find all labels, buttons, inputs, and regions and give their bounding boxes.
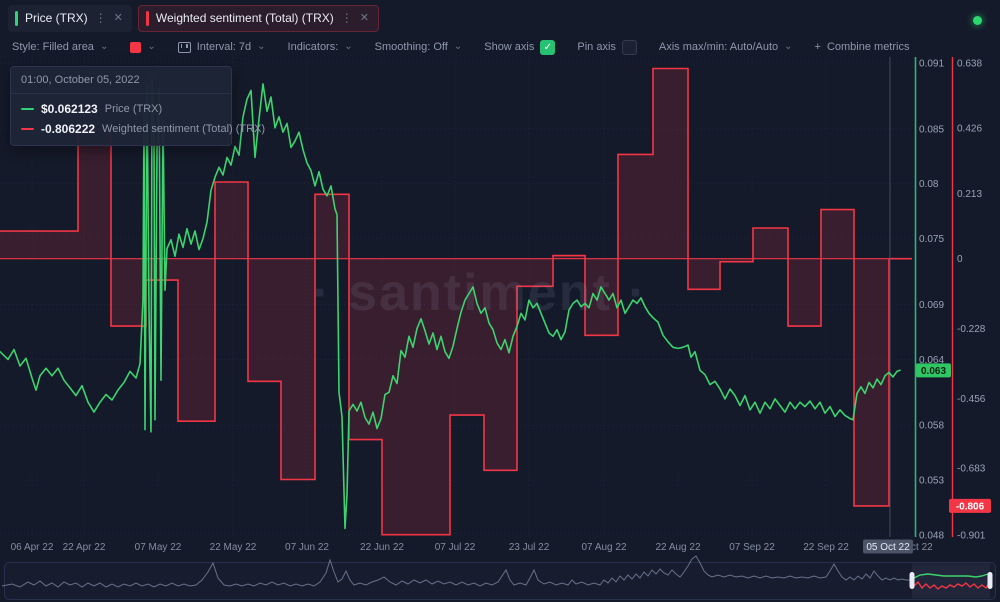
calendar-icon — [178, 42, 191, 53]
indicators-dropdown-label: Indicators: — [288, 41, 339, 53]
chevron-down-icon: ⌄ — [344, 41, 352, 52]
price-badge-value: 0.063 — [921, 366, 946, 377]
tooltip-sentiment-value: -0.806222 — [41, 122, 95, 136]
price-tick-label: 0.075 — [919, 234, 944, 245]
tab-price[interactable]: Price (TRX) ⋮ ✕ — [8, 5, 132, 32]
sentiment-accent-bar — [146, 11, 149, 26]
sentiment-tick-label: 0.426 — [957, 124, 982, 135]
tooltip-price-value: $0.062123 — [41, 102, 98, 116]
x-tick-label: 22 Apr 22 — [63, 542, 106, 553]
sentiment-badge-value: -0.806 — [956, 501, 985, 512]
close-icon[interactable]: ✕ — [360, 13, 369, 24]
x-tick-label: 07 Jun 22 — [285, 542, 329, 553]
pin-axis-checkbox[interactable] — [622, 40, 637, 55]
price-tick-label: 0.058 — [919, 421, 944, 432]
minimap-frame — [5, 563, 996, 600]
sentiment-current-badge: -0.806 — [949, 499, 991, 513]
x-tick-label: 22 May 22 — [210, 542, 257, 553]
minimap-selection-region[interactable] — [912, 564, 990, 599]
date-badge-value: 05 Oct 22 — [866, 542, 910, 553]
price-accent-bar — [15, 11, 18, 26]
kebab-menu-icon[interactable]: ⋮ — [341, 12, 353, 24]
x-tick-label: 07 Jul 22 — [435, 542, 476, 553]
x-tick-label: 22 Sep 22 — [803, 542, 849, 553]
watermark-text: · santiment · — [312, 264, 647, 322]
x-tick-label: 07 Aug 22 — [581, 542, 626, 553]
sentiment-tick-label: 0.213 — [957, 189, 982, 200]
smoothing-dropdown-label: Smoothing: Off — [375, 41, 448, 53]
tab-price-label: Price (TRX) — [25, 11, 88, 25]
pin-axis-label: Pin axis — [577, 41, 616, 53]
chevron-down-icon: ⌄ — [147, 41, 155, 52]
tab-sentiment-label: Weighted sentiment (Total) (TRX) — [156, 11, 334, 25]
chevron-down-icon: ⌄ — [784, 41, 792, 52]
tab-weighted-sentiment[interactable]: Weighted sentiment (Total) (TRX) ⋮ ✕ — [138, 5, 379, 32]
show-axis-label: Show axis — [484, 41, 534, 53]
x-tick-label: 22 Jun 22 — [360, 542, 404, 553]
tooltip-sentiment-label: Weighted sentiment (Total) (TRX) — [102, 123, 265, 135]
price-tick-label: 0.085 — [919, 124, 944, 135]
style-dropdown[interactable]: Style: Filled area ⌄ — [12, 41, 108, 53]
x-axis-labels: 06 Apr 22 22 Apr 22 07 May 22 22 May 22 07 J… — [11, 542, 934, 553]
x-tick-label: 07 May 22 — [135, 542, 182, 553]
chevron-down-icon: ⌄ — [100, 41, 108, 52]
combine-metrics-button[interactable]: + Combine metrics — [815, 41, 910, 53]
chart-toolbar: Style: Filled area ⌄ ⌄ Interval: 7d ⌄ In… — [0, 36, 1000, 58]
price-tick-label: 0.08 — [919, 179, 939, 190]
range-handle-left[interactable] — [910, 572, 915, 589]
tooltip-row-sentiment: -0.806222 Weighted sentiment (Total) (TR… — [21, 122, 221, 136]
sentiment-tick-label: -0.228 — [957, 324, 986, 335]
sentiment-tick-label: -0.901 — [957, 531, 986, 542]
price-tick-label: 0.069 — [919, 300, 944, 311]
plus-icon: + — [815, 41, 821, 53]
price-axis-labels: 0.0910.0850.080.0750.0690.0640.0580.0530… — [919, 59, 944, 542]
tooltip-timestamp: 01:00, October 05, 2022 — [11, 67, 231, 94]
tooltip-price-label: Price (TRX) — [105, 103, 162, 115]
x-tick-label: 07 Sep 22 — [729, 542, 775, 553]
x-tick-label: 06 Apr 22 — [11, 542, 54, 553]
price-current-badge: 0.063 — [916, 363, 951, 377]
indicators-dropdown[interactable]: Indicators: ⌄ — [288, 41, 353, 53]
price-tick-label: 0.048 — [919, 531, 944, 542]
show-axis-toggle[interactable]: Show axis ✓ — [484, 40, 555, 55]
overview-minimap[interactable] — [2, 556, 996, 600]
sentiment-series-dash-icon — [21, 128, 34, 130]
price-series-dash-icon — [21, 108, 34, 110]
axis-maxmin-dropdown[interactable]: Axis max/min: Auto/Auto ⌄ — [659, 41, 793, 53]
price-tick-label: 0.053 — [919, 476, 944, 487]
sentiment-tick-label: 0.638 — [957, 59, 982, 70]
sentiment-tick-label: 0 — [957, 254, 963, 265]
chevron-down-icon: ⌄ — [257, 41, 265, 52]
range-handle-right[interactable] — [988, 572, 993, 589]
sentiment-tick-label: -0.683 — [957, 464, 986, 475]
sentiment-tick-label: -0.456 — [957, 394, 986, 405]
series-color-dropdown[interactable]: ⌄ — [130, 42, 155, 53]
sentiment-axis-labels: 0.638 0.426 0.213 0 -0.228 -0.456 -0.683 -0.901 — [957, 59, 986, 542]
x-tick-label: 23 Jul 22 — [509, 542, 550, 553]
x-tick-label: 22 Aug 22 — [655, 542, 700, 553]
style-dropdown-label: Style: Filled area — [12, 41, 94, 53]
close-icon[interactable]: ✕ — [114, 13, 123, 24]
pin-axis-toggle[interactable]: Pin axis — [577, 40, 637, 55]
smoothing-dropdown[interactable]: Smoothing: Off ⌄ — [375, 41, 463, 53]
hover-tooltip: 01:00, October 05, 2022 $0.062123 Price … — [10, 66, 232, 146]
chevron-down-icon: ⌄ — [454, 41, 462, 52]
crosshair-date-badge: 05 Oct 22 — [863, 540, 913, 554]
live-status-dot — [973, 16, 982, 25]
interval-dropdown-label: Interval: 7d — [197, 41, 251, 53]
show-axis-checkbox[interactable]: ✓ — [540, 40, 555, 55]
kebab-menu-icon[interactable]: ⋮ — [95, 12, 107, 24]
series-color-swatch — [130, 42, 141, 53]
chart-app: · santiment · 0.091 0.085 0.08 0.075 0.069 0.0… — [0, 0, 1000, 602]
combine-metrics-label: Combine metrics — [827, 41, 910, 53]
price-tick-label: 0.091 — [919, 59, 944, 70]
axis-maxmin-label: Axis max/min: Auto/Auto — [659, 41, 778, 53]
tab-bar: Price (TRX) ⋮ ✕ Weighted sentiment (Tota… — [0, 0, 1000, 36]
interval-dropdown[interactable]: Interval: 7d ⌄ — [178, 41, 266, 53]
tooltip-row-price: $0.062123 Price (TRX) — [21, 102, 221, 116]
